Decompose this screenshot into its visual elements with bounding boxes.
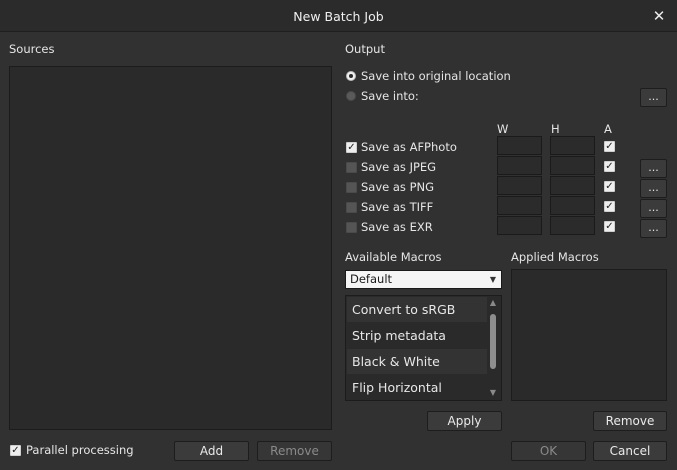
- cancel-button[interactable]: Cancel: [593, 441, 667, 461]
- format-enable-checkbox[interactable]: [346, 202, 357, 213]
- format-alpha-checkbox[interactable]: ✓: [604, 221, 615, 232]
- ok-button[interactable]: OK: [511, 441, 586, 461]
- format-height-input[interactable]: [550, 136, 595, 155]
- format-enable-checkbox[interactable]: [346, 162, 357, 173]
- macro-list-item[interactable]: Strip metadata: [347, 323, 487, 348]
- radio-save-into-label: Save into:: [361, 89, 419, 103]
- sources-label: Sources: [9, 42, 55, 56]
- format-browse-button[interactable]: ...: [640, 159, 667, 178]
- format-browse-button[interactable]: ...: [640, 179, 667, 198]
- available-macros-list[interactable]: Convert to sRGB Strip metadata Black & Whi…: [345, 295, 502, 401]
- format-label: Save as PNG: [361, 180, 435, 194]
- format-height-input[interactable]: [550, 196, 595, 215]
- macro-list-item[interactable]: Flip Horizontal: [347, 375, 487, 400]
- format-label: Save as JPEG: [361, 160, 437, 174]
- macro-category-value: Default: [350, 272, 393, 286]
- remove-macro-button[interactable]: Remove: [593, 411, 667, 431]
- col-alpha-header: A: [604, 122, 612, 136]
- format-alpha-checkbox[interactable]: ✓: [604, 161, 615, 172]
- format-enable-checkbox[interactable]: [346, 182, 357, 193]
- format-alpha-checkbox[interactable]: ✓: [604, 181, 615, 192]
- macro-category-select[interactable]: Default ▼: [345, 270, 502, 289]
- format-label: Save as EXR: [361, 220, 433, 234]
- title-bar: New Batch Job ✕: [0, 0, 677, 32]
- format-height-input[interactable]: [550, 156, 595, 175]
- format-alpha-checkbox[interactable]: ✓: [604, 201, 615, 212]
- format-width-input[interactable]: [497, 176, 542, 195]
- macro-list-item[interactable]: Convert to sRGB: [347, 297, 487, 322]
- applied-macros-label: Applied Macros: [511, 250, 599, 264]
- format-browse-button[interactable]: ...: [640, 219, 667, 238]
- window-title: New Batch Job: [293, 9, 384, 24]
- scroll-up-arrow-icon[interactable]: ▲: [486, 297, 500, 309]
- format-width-input[interactable]: [497, 156, 542, 175]
- format-browse-button[interactable]: ...: [640, 199, 667, 218]
- macro-list-item[interactable]: Black & White: [347, 349, 487, 374]
- macros-scrollbar[interactable]: ▲ ▼: [486, 297, 500, 399]
- format-width-input[interactable]: [497, 136, 542, 155]
- add-source-button[interactable]: Add: [174, 441, 249, 461]
- radio-save-into[interactable]: [346, 91, 356, 101]
- radio-save-original-label: Save into original location: [361, 69, 511, 83]
- chevron-down-icon: ▼: [489, 275, 496, 284]
- format-height-input[interactable]: [550, 216, 595, 235]
- format-alpha-checkbox[interactable]: ✓: [604, 141, 615, 152]
- format-label: Save as AFPhoto: [361, 140, 457, 154]
- available-macros-label: Available Macros: [345, 250, 442, 264]
- applied-macros-list[interactable]: [511, 269, 667, 401]
- format-height-input[interactable]: [550, 176, 595, 195]
- close-icon[interactable]: ✕: [649, 6, 669, 26]
- browse-output-button[interactable]: ...: [640, 88, 667, 107]
- remove-source-button[interactable]: Remove: [257, 441, 332, 461]
- parallel-processing-label: Parallel processing: [26, 443, 134, 457]
- radio-save-original[interactable]: [346, 71, 356, 81]
- format-width-input[interactable]: [497, 216, 542, 235]
- apply-macro-button[interactable]: Apply: [427, 411, 502, 431]
- col-height-header: H: [551, 122, 560, 136]
- col-width-header: W: [497, 122, 509, 136]
- format-enable-checkbox[interactable]: [346, 222, 357, 233]
- parallel-processing-checkbox[interactable]: ✓: [10, 445, 21, 456]
- format-enable-checkbox[interactable]: ✓: [346, 142, 357, 153]
- format-width-input[interactable]: [497, 196, 542, 215]
- sources-list[interactable]: [9, 66, 332, 430]
- format-label: Save as TIFF: [361, 200, 434, 214]
- output-label: Output: [345, 42, 385, 56]
- scroll-down-arrow-icon[interactable]: ▼: [486, 387, 500, 399]
- scrollbar-thumb[interactable]: [490, 314, 496, 369]
